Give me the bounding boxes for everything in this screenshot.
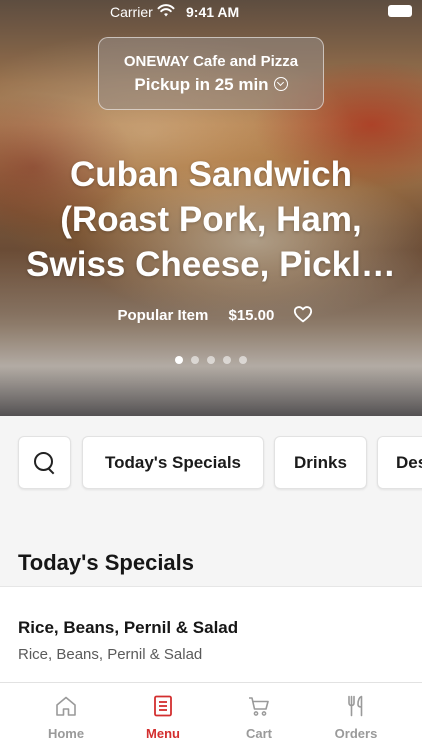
hero-meta: Popular Item $15.00 [0, 305, 422, 324]
carousel-dot[interactable] [191, 356, 199, 364]
store-selector[interactable]: ONEWAY Cafe and Pizza Pickup in 25 min [98, 37, 324, 110]
tab-orders[interactable]: Orders [308, 683, 404, 750]
hero-price: $15.00 [228, 307, 275, 324]
tab-bar: Home Menu Cart Orders [0, 682, 422, 750]
clock: 9:41 AM [186, 4, 240, 20]
tab-home[interactable]: Home [18, 683, 114, 750]
menu-icon [154, 695, 172, 717]
popular-tag: Popular Item [117, 307, 209, 324]
tab-menu[interactable]: Menu [115, 683, 211, 750]
tab-label: Menu [146, 726, 180, 741]
heart-icon[interactable] [293, 305, 313, 323]
category-desserts[interactable]: Desserts [377, 436, 422, 489]
carrier-label: Carrier [110, 4, 153, 20]
carousel-dot[interactable] [175, 356, 183, 364]
tab-label: Cart [245, 726, 272, 741]
carousel-dots[interactable] [0, 351, 422, 369]
fork-knife-icon [348, 695, 363, 717]
chevron-down-icon [273, 77, 288, 91]
carousel-dot[interactable] [223, 356, 231, 364]
carousel-dot[interactable] [207, 356, 215, 364]
carousel-dot[interactable] [239, 356, 247, 364]
search-icon [33, 451, 56, 474]
section-title: Today's Specials [18, 550, 195, 575]
status-bar: Carrier 9:41 AM [0, 0, 422, 26]
pickup-time: Pickup in 25 min [99, 75, 323, 95]
category-todays-specials[interactable]: Today's Specials [82, 436, 264, 489]
battery-icon [388, 5, 412, 17]
category-bar: Today's Specials Drinks Desserts [0, 416, 422, 512]
wifi-icon [157, 4, 175, 17]
hero-item-title: Cuban Sandwich (Roast Pork, Ham, Swiss C… [26, 155, 396, 284]
item-name: Rice, Beans, Pernil & Salad [18, 618, 239, 637]
tab-label: Home [47, 726, 85, 741]
cart-icon [249, 697, 269, 716]
tab-cart[interactable]: Cart [211, 683, 307, 750]
category-drinks[interactable]: Drinks [274, 436, 367, 489]
pickup-time-label: Pickup in 25 min [134, 75, 269, 94]
home-icon [56, 696, 76, 716]
list-item[interactable]: Rice, Beans, Pernil & Salad Rice, Beans,… [0, 586, 422, 682]
item-description: Rice, Beans, Pernil & Salad [18, 646, 203, 663]
tab-label: Orders [334, 726, 378, 741]
store-name: ONEWAY Cafe and Pizza [123, 53, 299, 70]
search-button[interactable] [18, 436, 71, 489]
hero-banner[interactable]: Carrier 9:41 AM ONEWAY Cafe and Pizza Pi… [0, 0, 422, 416]
